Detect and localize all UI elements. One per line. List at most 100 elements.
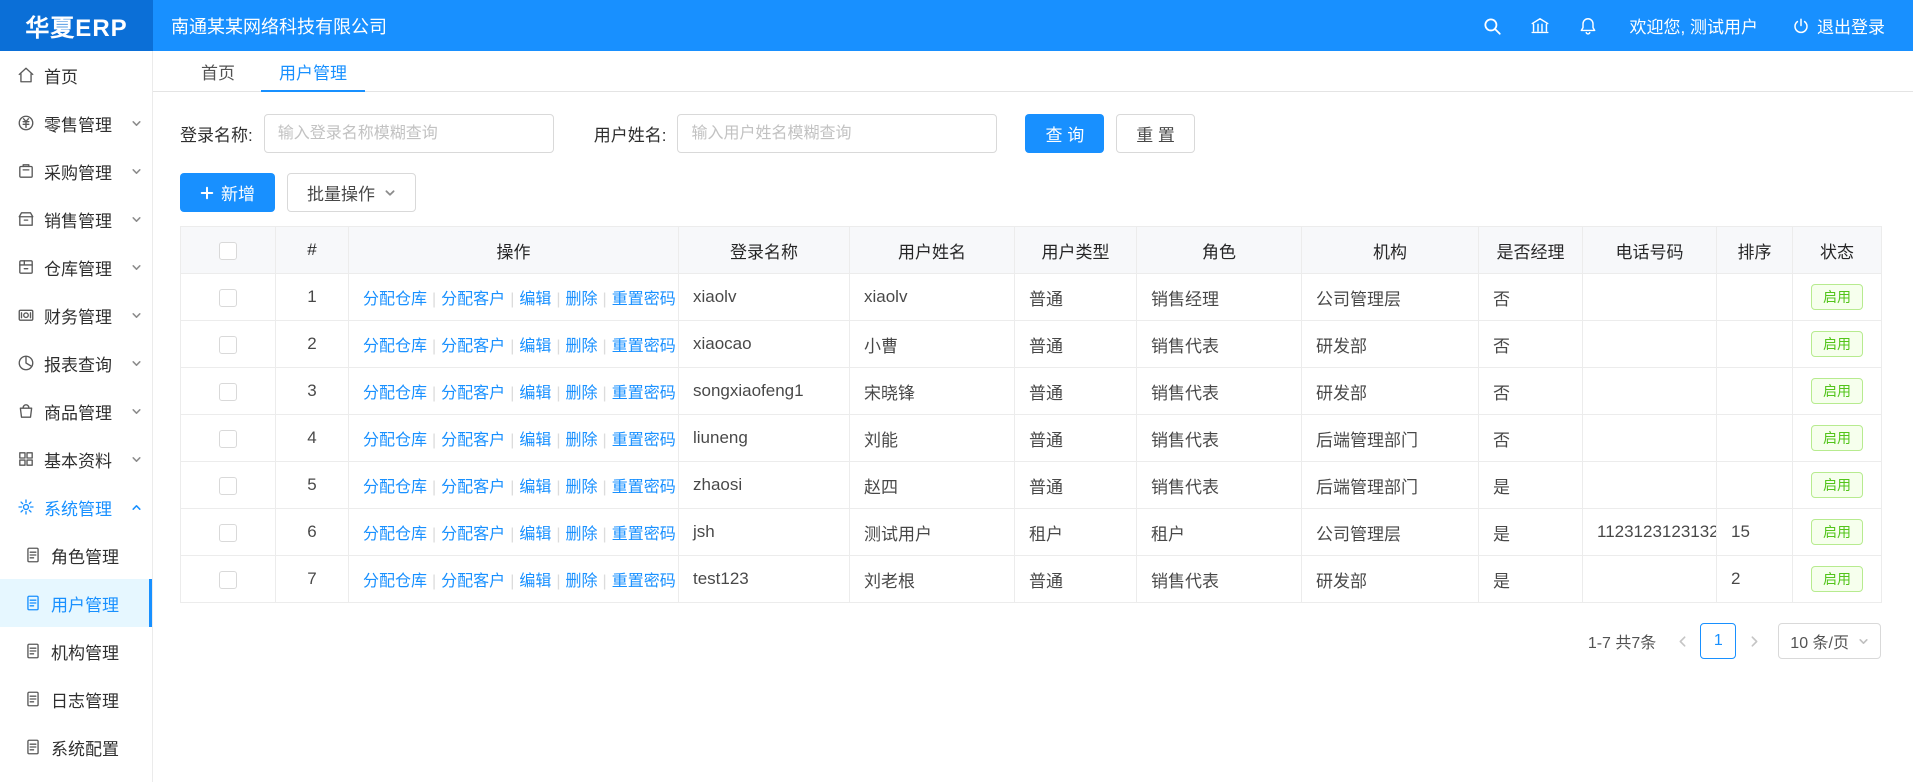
op-delete-link[interactable]: 删除: [566, 432, 598, 449]
column-header: 是否经理: [1479, 227, 1583, 274]
sidebar-item-purchase[interactable]: 采购管理: [0, 147, 152, 195]
op-assign-customer-link[interactable]: 分配客户: [441, 526, 505, 543]
cell-phone: [1583, 321, 1717, 368]
cell-user-type: 普通: [1015, 274, 1137, 321]
doc-icon: [24, 642, 42, 660]
sidebar-item-label: 仓库管理: [44, 255, 112, 280]
sidebar-item-system[interactable]: 系统管理: [0, 483, 152, 531]
op-edit-link[interactable]: 编辑: [519, 526, 551, 543]
op-assign-warehouse-link[interactable]: 分配仓库: [363, 385, 427, 402]
op-edit-link[interactable]: 编辑: [519, 291, 551, 308]
home-icon: [17, 66, 35, 84]
page-size-select[interactable]: 10 条/页: [1778, 623, 1881, 659]
op-assign-warehouse-link[interactable]: 分配仓库: [363, 526, 427, 543]
login-name-input[interactable]: [264, 114, 554, 153]
sidebar-item-retail[interactable]: 零售管理: [0, 99, 152, 147]
op-reset-password-link[interactable]: 重置密码: [612, 526, 676, 543]
op-assign-warehouse-link[interactable]: 分配仓库: [363, 479, 427, 496]
op-delete-link[interactable]: 删除: [566, 385, 598, 402]
cell-user-name: 测试用户: [850, 509, 1015, 556]
cell-status: 启用: [1793, 321, 1882, 368]
op-assign-customer-link[interactable]: 分配客户: [441, 338, 505, 355]
cell-login-name: xiaolv: [679, 274, 850, 321]
op-delete-link[interactable]: 删除: [566, 338, 598, 355]
doc-icon: [24, 594, 42, 612]
op-separator: |: [556, 526, 560, 543]
op-reset-password-link[interactable]: 重置密码: [612, 291, 676, 308]
op-edit-link[interactable]: 编辑: [519, 385, 551, 402]
op-assign-warehouse-link[interactable]: 分配仓库: [363, 573, 427, 590]
cell-status: 启用: [1793, 556, 1882, 603]
user-name-input[interactable]: [677, 114, 997, 153]
row-checkbox-cell: [181, 462, 276, 509]
next-page-button[interactable]: [1742, 623, 1766, 659]
bell-icon[interactable]: [1578, 16, 1598, 36]
op-separator: |: [556, 338, 560, 355]
op-separator: |: [510, 573, 514, 590]
app-logo: 华夏ERP: [0, 0, 153, 51]
chevron-up-icon: [131, 502, 142, 513]
column-header: 电话号码: [1583, 227, 1717, 274]
sidebar-item-home[interactable]: 首页: [0, 51, 152, 99]
sidebar-item-user-manage[interactable]: 用户管理: [0, 579, 152, 627]
sidebar-item-role-manage[interactable]: 角色管理: [0, 531, 152, 579]
op-delete-link[interactable]: 删除: [566, 526, 598, 543]
reset-button[interactable]: 重 置: [1116, 114, 1195, 153]
op-reset-password-link[interactable]: 重置密码: [612, 479, 676, 496]
report-icon: [17, 354, 35, 372]
sidebar-item-label: 系统配置: [51, 735, 119, 760]
add-button[interactable]: 新增: [180, 173, 275, 212]
sidebar-item-goods[interactable]: 商品管理: [0, 387, 152, 435]
sidebar-item-sale[interactable]: 销售管理: [0, 195, 152, 243]
op-edit-link[interactable]: 编辑: [519, 573, 551, 590]
op-assign-warehouse-link[interactable]: 分配仓库: [363, 432, 427, 449]
op-assign-customer-link[interactable]: 分配客户: [441, 479, 505, 496]
op-reset-password-link[interactable]: 重置密码: [612, 573, 676, 590]
op-separator: |: [510, 432, 514, 449]
cell-is-manager: 是: [1479, 462, 1583, 509]
op-assign-warehouse-link[interactable]: 分配仓库: [363, 338, 427, 355]
op-delete-link[interactable]: 删除: [566, 291, 598, 308]
op-assign-customer-link[interactable]: 分配客户: [441, 432, 505, 449]
op-edit-link[interactable]: 编辑: [519, 479, 551, 496]
op-assign-warehouse-link[interactable]: 分配仓库: [363, 291, 427, 308]
sidebar-item-finance[interactable]: 财务管理: [0, 291, 152, 339]
logout-button[interactable]: 退出登录: [1792, 13, 1885, 38]
op-assign-customer-link[interactable]: 分配客户: [441, 573, 505, 590]
row-checkbox[interactable]: [219, 477, 237, 495]
sidebar-item-basic[interactable]: 基本资料: [0, 435, 152, 483]
op-reset-password-link[interactable]: 重置密码: [612, 338, 676, 355]
op-reset-password-link[interactable]: 重置密码: [612, 432, 676, 449]
op-assign-customer-link[interactable]: 分配客户: [441, 291, 505, 308]
row-checkbox[interactable]: [219, 571, 237, 589]
op-edit-link[interactable]: 编辑: [519, 338, 551, 355]
search-icon[interactable]: [1482, 16, 1502, 36]
row-number-cell: 2: [276, 321, 349, 368]
prev-page-button[interactable]: [1670, 623, 1694, 659]
select-all-header-cell: [181, 227, 276, 274]
bank-icon[interactable]: [1530, 16, 1550, 36]
sidebar-item-org-manage[interactable]: 机构管理: [0, 627, 152, 675]
sidebar-item-warehouse[interactable]: 仓库管理: [0, 243, 152, 291]
op-delete-link[interactable]: 删除: [566, 573, 598, 590]
row-checkbox[interactable]: [219, 336, 237, 354]
op-separator: |: [556, 479, 560, 496]
tab-user-manage[interactable]: 用户管理: [261, 51, 365, 91]
sidebar-item-report[interactable]: 报表查询: [0, 339, 152, 387]
op-assign-customer-link[interactable]: 分配客户: [441, 385, 505, 402]
batch-operation-button[interactable]: 批量操作: [287, 173, 416, 212]
op-edit-link[interactable]: 编辑: [519, 432, 551, 449]
page-number-button[interactable]: 1: [1700, 623, 1736, 659]
row-checkbox[interactable]: [219, 524, 237, 542]
op-delete-link[interactable]: 删除: [566, 479, 598, 496]
select-all-checkbox[interactable]: [219, 242, 237, 260]
sidebar-item-log-manage[interactable]: 日志管理: [0, 675, 152, 723]
row-checkbox[interactable]: [219, 430, 237, 448]
search-button[interactable]: 查 询: [1025, 114, 1104, 153]
op-reset-password-link[interactable]: 重置密码: [612, 385, 676, 402]
row-checkbox[interactable]: [219, 289, 237, 307]
sidebar-item-system-config[interactable]: 系统配置: [0, 723, 152, 771]
tab-home[interactable]: 首页: [183, 51, 253, 91]
logout-icon: [1792, 17, 1810, 35]
row-checkbox[interactable]: [219, 383, 237, 401]
